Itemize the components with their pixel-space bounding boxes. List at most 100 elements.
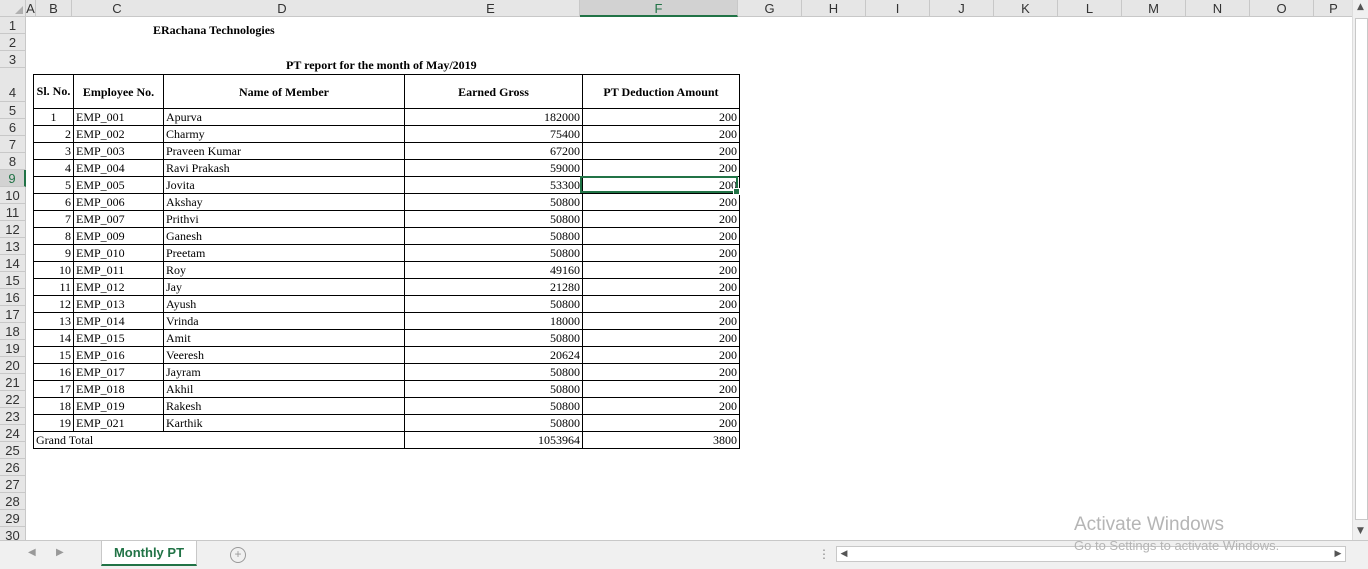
cell-name[interactable]: Karthik <box>163 414 405 432</box>
row-header-15[interactable]: 15 <box>0 272 26 289</box>
row-header-20[interactable]: 20 <box>0 357 26 374</box>
cell-emp[interactable]: EMP_005 <box>73 176 164 194</box>
cell-pt[interactable]: 200 <box>582 193 740 211</box>
cell-emp[interactable]: EMP_003 <box>73 142 164 160</box>
cell-emp[interactable]: EMP_004 <box>73 159 164 177</box>
row-header-18[interactable]: 18 <box>0 323 26 340</box>
cell-name[interactable]: Roy <box>163 261 405 279</box>
cell-name[interactable]: Jay <box>163 278 405 296</box>
cell-gross[interactable]: 182000 <box>404 108 583 126</box>
cell-name[interactable]: Ganesh <box>163 227 405 245</box>
cell-sl[interactable]: 3 <box>33 142 74 160</box>
grand-total-pt[interactable]: 3800 <box>582 431 740 449</box>
add-sheet-icon[interactable]: + <box>230 547 246 563</box>
cell-emp[interactable]: EMP_015 <box>73 329 164 347</box>
cell-pt[interactable]: 200 <box>582 278 740 296</box>
cell-pt[interactable]: 200 <box>582 176 740 194</box>
cell-pt[interactable]: 200 <box>582 227 740 245</box>
cell-gross[interactable]: 49160 <box>404 261 583 279</box>
cell-pt[interactable]: 200 <box>582 312 740 330</box>
cell-pt[interactable]: 200 <box>582 329 740 347</box>
scroll-down-icon[interactable]: ▼ <box>1353 524 1368 539</box>
row-header-13[interactable]: 13 <box>0 238 26 255</box>
row-header-22[interactable]: 22 <box>0 391 26 408</box>
row-header-9[interactable]: 9 <box>0 170 26 187</box>
row-header-5[interactable]: 5 <box>0 102 26 119</box>
cell-emp[interactable]: EMP_016 <box>73 346 164 364</box>
cell-pt[interactable]: 200 <box>582 414 740 432</box>
select-all-corner[interactable] <box>0 0 26 17</box>
prev-sheet-icon[interactable]: ◀ <box>28 547 36 558</box>
row-header-2[interactable]: 2 <box>0 34 26 51</box>
cell-gross[interactable]: 50800 <box>404 193 583 211</box>
cell-gross[interactable]: 21280 <box>404 278 583 296</box>
row-header-6[interactable]: 6 <box>0 119 26 136</box>
cell-pt[interactable]: 200 <box>582 108 740 126</box>
cell-name[interactable]: Akhil <box>163 380 405 398</box>
column-header-b[interactable]: B <box>36 0 72 17</box>
header-employee-no[interactable]: Employee No. <box>73 74 164 109</box>
cell-name[interactable]: Rakesh <box>163 397 405 415</box>
scroll-right-icon[interactable]: ▶ <box>1331 547 1345 561</box>
row-header-23[interactable]: 23 <box>0 408 26 425</box>
scroll-left-icon[interactable]: ◀ <box>837 547 851 561</box>
column-header-a[interactable]: A <box>26 0 36 17</box>
cell-name[interactable]: Ravi Prakash <box>163 159 405 177</box>
row-header-29[interactable]: 29 <box>0 510 26 527</box>
cell-sl[interactable]: 6 <box>33 193 74 211</box>
row-header-28[interactable]: 28 <box>0 493 26 510</box>
spreadsheet-grid[interactable]: ABCDEFGHIJKLMNOP 1 2 3 4 5 6 7 8 9 10 11 12 13 14 15 16… <box>0 0 1352 540</box>
cell-name[interactable]: Prithvi <box>163 210 405 228</box>
row-header-26[interactable]: 26 <box>0 459 26 476</box>
cell-gross[interactable]: 50800 <box>404 363 583 381</box>
row-header-4[interactable]: 4 <box>0 68 26 102</box>
cell-gross[interactable]: 50800 <box>404 380 583 398</box>
header-sl-no[interactable]: Sl. No. <box>33 74 74 109</box>
column-header-g[interactable]: G <box>738 0 802 17</box>
scroll-up-icon[interactable]: ▲ <box>1353 0 1368 15</box>
cell-emp[interactable]: EMP_009 <box>73 227 164 245</box>
row-header-10[interactable]: 10 <box>0 187 26 204</box>
company-name-cell[interactable]: ERachana Technologies <box>153 23 275 38</box>
column-header-e[interactable]: E <box>402 0 580 17</box>
cell-emp[interactable]: EMP_013 <box>73 295 164 313</box>
cell-sl[interactable]: 7 <box>33 210 74 228</box>
column-header-f[interactable]: F <box>580 0 738 17</box>
cell-sl[interactable]: 14 <box>33 329 74 347</box>
row-header-21[interactable]: 21 <box>0 374 26 391</box>
cell-sl[interactable]: 11 <box>33 278 74 296</box>
column-header-d[interactable]: D <box>162 0 403 17</box>
cell-emp[interactable]: EMP_011 <box>73 261 164 279</box>
header-pt-deduction[interactable]: PT Deduction Amount <box>582 74 740 109</box>
column-header-j[interactable]: J <box>930 0 994 17</box>
cell-emp[interactable]: EMP_017 <box>73 363 164 381</box>
row-header-16[interactable]: 16 <box>0 289 26 306</box>
cell-gross[interactable]: 50800 <box>404 244 583 262</box>
cell-pt[interactable]: 200 <box>582 261 740 279</box>
cell-pt[interactable]: 200 <box>582 244 740 262</box>
vertical-scroll-thumb[interactable] <box>1355 18 1368 520</box>
cell-sl[interactable]: 17 <box>33 380 74 398</box>
cell-sl[interactable]: 18 <box>33 397 74 415</box>
cell-emp[interactable]: EMP_006 <box>73 193 164 211</box>
column-header-p[interactable]: P <box>1314 0 1352 17</box>
cell-sl[interactable]: 1 <box>33 108 74 126</box>
cell-name[interactable]: Jovita <box>163 176 405 194</box>
cell-pt[interactable]: 200 <box>582 159 740 177</box>
cell-name[interactable]: Apurva <box>163 108 405 126</box>
cell-emp[interactable]: EMP_019 <box>73 397 164 415</box>
cell-pt[interactable]: 200 <box>582 397 740 415</box>
row-header-8[interactable]: 8 <box>0 153 26 170</box>
cell-gross[interactable]: 59000 <box>404 159 583 177</box>
next-sheet-icon[interactable]: ▶ <box>56 547 64 558</box>
grand-total-label[interactable]: Grand Total <box>33 431 405 449</box>
grand-total-gross[interactable]: 1053964 <box>404 431 583 449</box>
header-name-of-member[interactable]: Name of Member <box>163 74 405 109</box>
report-title-cell[interactable]: PT report for the month of May/2019 <box>286 58 477 73</box>
cell-name[interactable]: Vrinda <box>163 312 405 330</box>
row-header-3[interactable]: 3 <box>0 51 26 68</box>
cell-pt[interactable]: 200 <box>582 295 740 313</box>
row-header-19[interactable]: 19 <box>0 340 26 357</box>
cell-emp[interactable]: EMP_014 <box>73 312 164 330</box>
cell-name[interactable]: Ayush <box>163 295 405 313</box>
